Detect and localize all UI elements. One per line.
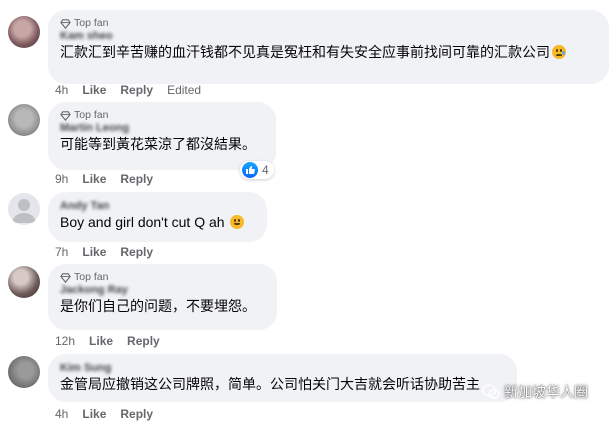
- comment-text: 可能等到黃花菜涼了都沒結果。: [60, 136, 256, 152]
- avatar[interactable]: [8, 16, 40, 48]
- comment-actions: 12h Like Reply: [55, 333, 160, 349]
- comment-bubble: Top fan Kam sheo 汇款汇到辛苦赚的血汗钱都不见真是冤枉和有失安全…: [48, 10, 609, 84]
- reaction-count: 4: [262, 163, 269, 177]
- comment-bubble: Top fan Jackong Ray 是你们自己的问题，不要埋怨。: [48, 264, 277, 330]
- comment-text: Boy and girl don't cut Q ah: [60, 213, 255, 232]
- comment-actions: 4h Like Reply Edited: [55, 82, 201, 98]
- commenter-name[interactable]: Jackong Ray: [60, 283, 265, 297]
- reply-button[interactable]: Reply: [120, 406, 153, 422]
- avatar[interactable]: [8, 356, 40, 388]
- comment-bubble: Andy Tan Boy and girl don't cut Q ah: [48, 192, 267, 242]
- comment-actions: 9h Like Reply: [55, 171, 153, 187]
- reply-button[interactable]: Reply: [120, 82, 153, 98]
- like-button[interactable]: Like: [89, 333, 113, 349]
- comment-text: 金管局应撤销这公司牌照，简单。公司怕关门大吉就会听话协助苦主: [60, 376, 480, 392]
- sad-face-emoji: [552, 45, 566, 59]
- commenter-name[interactable]: Kim Sung: [60, 361, 505, 375]
- comment-text: 是你们自己的问题，不要埋怨。: [60, 298, 256, 314]
- reaction-summary[interactable]: 4: [240, 161, 274, 179]
- avatar[interactable]: [8, 266, 40, 298]
- commenter-name[interactable]: Andy Tan: [60, 199, 255, 213]
- comment-bubble: Kim Sung 金管局应撤销这公司牌照，简单。公司怕关门大吉就会听话协助苦主: [48, 354, 517, 402]
- avatar[interactable]: [8, 104, 40, 136]
- commenter-name[interactable]: Martin Leong: [60, 121, 264, 135]
- badge-label: Top fan: [74, 109, 109, 121]
- timestamp[interactable]: 12h: [55, 333, 75, 349]
- top-fan-badge: Top fan: [60, 17, 597, 29]
- comment-bubble: Top fan Martin Leong 可能等到黃花菜涼了都沒結果。: [48, 102, 276, 170]
- reply-button[interactable]: Reply: [127, 333, 160, 349]
- like-button[interactable]: Like: [82, 82, 106, 98]
- badge-label: Top fan: [74, 17, 109, 29]
- avatar[interactable]: [8, 193, 40, 225]
- comment-text-content: Boy and girl don't cut Q ah: [60, 214, 225, 230]
- comment-actions: 7h Like Reply: [55, 244, 153, 260]
- grinning-face-emoji: [230, 215, 245, 229]
- comment-text: 汇款汇到辛苦赚的血汗钱都不见真是冤枉和有失安全应事前找间可靠的汇款公司: [60, 43, 597, 62]
- timestamp[interactable]: 7h: [55, 244, 68, 260]
- watermark: 新加坡华人圈: [482, 382, 588, 402]
- top-fan-badge: Top fan: [60, 271, 265, 283]
- default-avatar-icon: [12, 199, 36, 223]
- timestamp[interactable]: 4h: [55, 82, 68, 98]
- reply-button[interactable]: Reply: [120, 171, 153, 187]
- like-reaction-icon: [242, 162, 258, 178]
- comment-text-content: 汇款汇到辛苦赚的血汗钱都不见真是冤枉和有失安全应事前找间可靠的汇款公司: [60, 44, 550, 60]
- top-fan-badge: Top fan: [60, 109, 264, 121]
- reply-button[interactable]: Reply: [120, 244, 153, 260]
- commenter-name[interactable]: Kam sheo: [60, 29, 597, 43]
- like-button[interactable]: Like: [82, 406, 106, 422]
- comment-actions: 4h Like Reply: [55, 406, 153, 422]
- badge-label: Top fan: [74, 271, 109, 283]
- like-button[interactable]: Like: [82, 244, 106, 260]
- timestamp[interactable]: 9h: [55, 171, 68, 187]
- watermark-text: 新加坡华人圈: [504, 384, 588, 400]
- timestamp[interactable]: 4h: [55, 406, 68, 422]
- wechat-icon: [482, 384, 500, 399]
- like-button[interactable]: Like: [82, 171, 106, 187]
- diamond-icon: [60, 18, 71, 29]
- edited-label: Edited: [167, 83, 202, 97]
- diamond-icon: [60, 110, 71, 121]
- diamond-icon: [60, 272, 71, 283]
